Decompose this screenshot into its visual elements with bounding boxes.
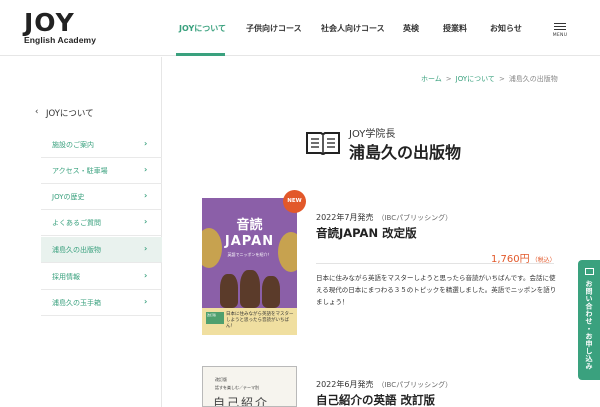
chevron-right-icon: › bbox=[144, 271, 148, 280]
chevron-right-icon: › bbox=[144, 191, 148, 200]
breadcrumb: ホーム > JOYについて > 浦島久の出版物 bbox=[421, 74, 558, 84]
contact-float-label: お問い合わせ・お申し込み bbox=[585, 280, 593, 370]
cover-title: 音読 JAPAN bbox=[202, 218, 297, 250]
cover-title-line-1: 音読 bbox=[236, 218, 263, 233]
breadcrumb-separator: > bbox=[445, 75, 452, 83]
book-release-date: 2022年6月発売 （IBCパブリッシング） bbox=[316, 379, 452, 390]
sidebar-item-history[interactable]: JOYの歴史 › bbox=[41, 184, 162, 210]
cover-person bbox=[220, 274, 238, 308]
sidebar-title[interactable]: ‹ JOYについて bbox=[35, 107, 94, 119]
book-publisher: （IBCパブリッシング） bbox=[377, 214, 453, 222]
logo[interactable]: JOY English Academy bbox=[24, 8, 97, 45]
nav-active-underline bbox=[176, 53, 225, 56]
hamburger-icon-bar bbox=[554, 26, 566, 27]
breadcrumb-home[interactable]: ホーム bbox=[421, 75, 442, 83]
book-description: 日本に住みながら英語をマスターしようと思ったら音読がいちばんです。会話に使える現… bbox=[316, 274, 557, 306]
book-cover-ondoku-japan[interactable]: 音読 JAPAN 英語でニッポンを紹介！ 改訂版 日本に住みながら英語をマスター… bbox=[202, 198, 297, 335]
site-header: JOY English Academy JOYについて 子供向けコース 社会人向… bbox=[0, 0, 600, 56]
sidebar-item-recruitment[interactable]: 採用情報 › bbox=[41, 264, 162, 290]
page-subtitle: JOY学院長 bbox=[349, 129, 396, 140]
cover-title: 自己紹介 bbox=[213, 396, 270, 407]
cover-person bbox=[240, 270, 260, 308]
book-release-date: 2022年7月発売 （IBCパブリッシング） bbox=[316, 212, 452, 223]
cover-tagline: 英語でニッポンを紹介！ bbox=[227, 252, 272, 257]
breadcrumb-current: 浦島久の出版物 bbox=[508, 75, 558, 83]
sidebar-item-publications[interactable]: 浦島久の出版物 › bbox=[41, 237, 162, 263]
book-title[interactable]: 音読JAPAN 改定版 bbox=[316, 225, 417, 241]
hamburger-icon-bar bbox=[554, 29, 566, 30]
page-title: 浦島久の出版物 bbox=[349, 143, 462, 162]
contact-float-button[interactable]: お問い合わせ・お申し込み bbox=[578, 260, 600, 380]
sidebar-item-facilities[interactable]: 施設のご案内 › bbox=[41, 132, 162, 158]
book-date-text: 2022年7月発売 bbox=[316, 213, 374, 222]
sidebar-item-label: 施設のご案内 bbox=[52, 141, 94, 149]
menu-label: MENU bbox=[552, 33, 568, 38]
cover-title-line-2: JAPAN bbox=[224, 234, 275, 249]
sidebar-item-faq[interactable]: よくあるご質問 › bbox=[41, 210, 162, 236]
sidebar-item-label: アクセス・駐車場 bbox=[52, 167, 108, 175]
cover-blurb: 日本に住みながら英語をマスターしようと思ったら音読がいちばん！ bbox=[226, 312, 294, 329]
cover-person bbox=[262, 276, 280, 308]
logo-sub: English Academy bbox=[24, 35, 97, 45]
chevron-right-icon: › bbox=[144, 139, 148, 148]
breadcrumb-separator: > bbox=[498, 75, 505, 83]
breadcrumb-parent[interactable]: JOYについて bbox=[456, 75, 495, 83]
chevron-left-icon: ‹ bbox=[35, 107, 39, 117]
sidebar-item-label: JOYの歴史 bbox=[52, 193, 85, 201]
cover-line: 話すを楽しむ／テーマ別 bbox=[215, 385, 259, 390]
chevron-right-icon: › bbox=[144, 244, 148, 253]
book-publisher: （IBCパブリッシング） bbox=[377, 381, 453, 389]
nav-item-news[interactable]: お知らせ bbox=[490, 23, 522, 34]
sidebar-item-access[interactable]: アクセス・駐車場 › bbox=[41, 158, 162, 184]
sidebar-item-label: よくあるご質問 bbox=[52, 219, 101, 227]
cover-line: 改訂版 bbox=[215, 377, 227, 382]
nav-item-kids-course[interactable]: 子供向けコース bbox=[246, 23, 302, 34]
sidebar: ‹ JOYについて 施設のご案内 › アクセス・駐車場 › JOYの歴史 › よ… bbox=[0, 57, 162, 407]
menu-button[interactable]: MENU bbox=[550, 21, 570, 41]
sidebar-item-label: 浦島久の玉手箱 bbox=[52, 299, 101, 307]
mail-icon bbox=[585, 268, 594, 275]
divider bbox=[316, 263, 554, 264]
book-cover-jikoshokai[interactable]: 改訂版 話すを楽しむ／テーマ別 自己紹介 bbox=[202, 366, 297, 407]
chevron-right-icon: › bbox=[144, 165, 148, 174]
logo-main: JOY bbox=[24, 8, 75, 37]
chevron-right-icon: › bbox=[144, 297, 148, 306]
chevron-right-icon: › bbox=[144, 217, 148, 226]
nav-item-tuition[interactable]: 授業料 bbox=[443, 23, 467, 34]
book-title[interactable]: 自己紹介の英語 改訂版 bbox=[316, 392, 435, 407]
book-date-text: 2022年6月発売 bbox=[316, 380, 374, 389]
nav-item-adult-course[interactable]: 社会人向けコース bbox=[321, 23, 385, 34]
hamburger-icon bbox=[554, 23, 566, 24]
open-book-icon bbox=[306, 132, 340, 155]
sidebar-item-label: 浦島久の出版物 bbox=[52, 246, 101, 254]
nav-item-about[interactable]: JOYについて bbox=[179, 23, 226, 34]
sidebar-item-treasure-box[interactable]: 浦島久の玉手箱 › bbox=[41, 290, 162, 316]
sidebar-title-label: JOYについて bbox=[46, 109, 94, 119]
sidebar-item-label: 採用情報 bbox=[52, 273, 80, 281]
cover-badge: 改訂版 bbox=[206, 312, 224, 324]
new-badge: NEW bbox=[283, 190, 306, 213]
nav-item-eiken[interactable]: 英検 bbox=[403, 23, 419, 34]
